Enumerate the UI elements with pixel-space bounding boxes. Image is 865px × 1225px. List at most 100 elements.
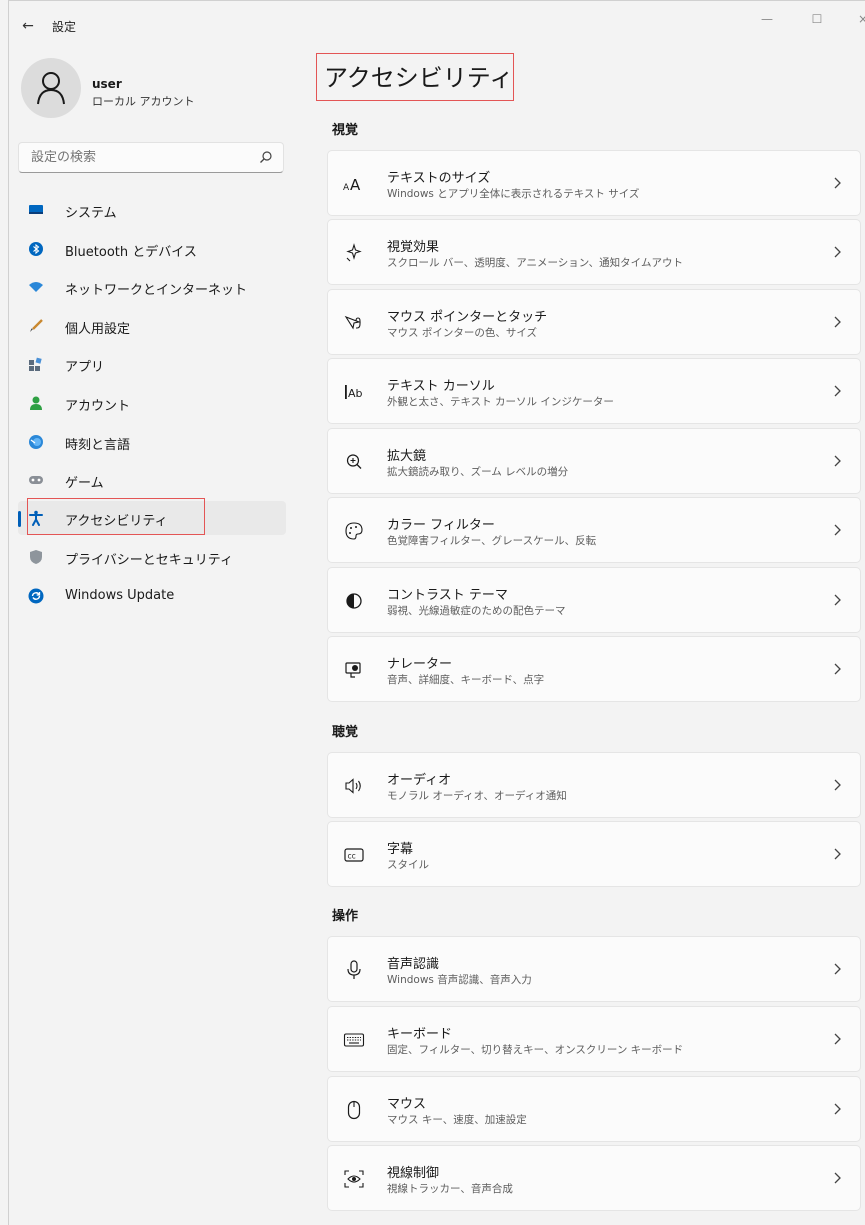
sidebar-item-privacy[interactable]: プライバシーとセキュリティ — [18, 540, 286, 574]
sidebar-item-label: アクセシビリティ — [65, 514, 168, 529]
card-title: 視線制御 — [387, 1166, 440, 1181]
card-title: テキストのサイズ — [387, 171, 491, 186]
person-icon — [37, 72, 65, 105]
setting-card-contrast-themes[interactable]: コントラスト テーマ 弱視、光線過敏症のための配色テーマ — [327, 567, 861, 633]
chevron-right-icon — [834, 177, 841, 189]
card-title: マウス ポインターとタッチ — [387, 310, 548, 325]
card-title: オーディオ — [387, 773, 452, 788]
page-title: アクセシビリティ — [324, 64, 514, 92]
minimize-button[interactable]: — — [752, 8, 782, 30]
eye-control-icon — [344, 1170, 364, 1188]
chevron-right-icon — [834, 1103, 841, 1115]
windows-update-icon — [28, 588, 44, 604]
setting-card-speech[interactable]: 音声認識 Windows 音声認識、音声入力 — [327, 936, 861, 1002]
card-subtitle: マウス キー、速度、加速設定 — [387, 1114, 527, 1126]
narrator-icon — [345, 662, 361, 678]
setting-card-mouse-pointer[interactable]: マウス ポインターとタッチ マウス ポインターの色、サイズ — [327, 289, 861, 355]
setting-card-magnifier[interactable]: 拡大鏡 拡大鏡読み取り、ズーム レベルの増分 — [327, 428, 861, 494]
card-subtitle: マウス ポインターの色、サイズ — [387, 327, 538, 339]
title-bar: ← 設定 — ☐ × — [0, 0, 865, 44]
card-subtitle: スタイル — [387, 859, 429, 871]
card-title: テキスト カーソル — [387, 379, 495, 394]
search-icon[interactable] — [259, 150, 273, 164]
sidebar-item-personalization[interactable]: 個人用設定 — [18, 309, 286, 343]
setting-card-eye-control[interactable]: 視線制御 視線トラッカー、音声合成 — [327, 1145, 861, 1211]
sidebar-item-network[interactable]: ネットワークとインターネット — [18, 270, 286, 304]
card-subtitle: 視線トラッカー、音声合成 — [387, 1183, 513, 1195]
search-box[interactable] — [18, 142, 284, 173]
card-title: キーボード — [387, 1027, 453, 1042]
chevron-right-icon — [834, 524, 841, 536]
svg-text:A: A — [343, 183, 350, 193]
search-input[interactable] — [31, 150, 251, 165]
card-subtitle: モノラル オーディオ、オーディオ通知 — [387, 790, 567, 802]
card-title: 視覚効果 — [387, 240, 440, 255]
sidebar-item-label: ゲーム — [65, 476, 104, 491]
card-subtitle: 色覚障害フィルター、グレースケール、反転 — [387, 535, 597, 547]
card-subtitle: 音声、詳細度、キーボード、点字 — [387, 674, 545, 686]
keyboard-icon — [343, 1033, 365, 1047]
card-subtitle: 外観と太さ、テキスト カーソル インジケーター — [387, 396, 614, 408]
chevron-right-icon — [834, 848, 841, 860]
section-heading-vision: 視覚 — [332, 123, 359, 138]
sidebar-item-label: ネットワークとインターネット — [65, 283, 248, 298]
setting-card-mouse[interactable]: マウス マウス キー、速度、加速設定 — [327, 1076, 861, 1142]
back-button[interactable]: ← — [18, 16, 38, 36]
sidebar-item-label: システム — [65, 206, 117, 221]
sidebar-item-bluetooth[interactable]: Bluetooth とデバイス — [18, 232, 286, 266]
card-title: ナレーター — [387, 657, 453, 672]
accessibility-icon — [29, 510, 43, 526]
card-subtitle: スクロール バー、透明度、アニメーション、通知タイムアウト — [387, 257, 683, 269]
chevron-right-icon — [834, 1172, 841, 1184]
chevron-right-icon — [834, 779, 841, 791]
setting-card-audio[interactable]: オーディオ モノラル オーディオ、オーディオ通知 — [327, 752, 861, 818]
account-type: ローカル アカウント — [92, 95, 195, 108]
chevron-right-icon — [834, 594, 841, 606]
audio-icon — [345, 778, 361, 794]
chevron-right-icon — [834, 246, 841, 258]
chevron-right-icon — [834, 1033, 841, 1045]
card-subtitle: 弱視、光線過敏症のための配色テーマ — [387, 605, 566, 617]
chevron-right-icon — [834, 316, 841, 328]
setting-card-color-filter[interactable]: カラー フィルター 色覚障害フィルター、グレースケール、反転 — [327, 497, 861, 563]
sidebar-item-label: Windows Update — [65, 588, 175, 603]
system-icon — [29, 205, 43, 214]
sidebar-item-label: 個人用設定 — [65, 322, 131, 337]
bluetooth-icon — [29, 242, 43, 256]
sidebar-item-accounts[interactable]: アカウント — [18, 386, 286, 420]
microphone-icon — [347, 960, 361, 979]
sidebar-item-apps[interactable]: アプリ — [18, 347, 286, 381]
setting-card-narrator[interactable]: ナレーター 音声、詳細度、キーボード、点字 — [327, 636, 861, 702]
active-indicator — [18, 511, 21, 527]
setting-card-text-size[interactable]: AA テキストのサイズ Windows とアプリ全体に表示されるテキスト サイズ — [327, 150, 861, 216]
mouse-icon — [347, 1100, 361, 1120]
maximize-button[interactable]: ☐ — [802, 8, 832, 30]
mouse-pointer-icon — [344, 315, 361, 330]
close-button[interactable]: × — [848, 8, 865, 30]
sidebar-item-gaming[interactable]: ゲーム — [18, 463, 286, 497]
sidebar-item-label: Bluetooth とデバイス — [65, 245, 197, 260]
sidebar-item-time-language[interactable]: 時刻と言語 — [18, 425, 286, 459]
privacy-icon — [30, 550, 42, 564]
sidebar-item-system[interactable]: システム — [18, 193, 286, 227]
card-title: カラー フィルター — [387, 518, 495, 533]
card-title: コントラスト テーマ — [387, 588, 508, 603]
contrast-icon — [346, 593, 362, 609]
section-heading-hearing: 聴覚 — [332, 725, 359, 740]
accounts-icon — [30, 396, 42, 410]
card-title: 音声認識 — [387, 957, 440, 972]
setting-card-captions[interactable]: cc 字幕 スタイル — [327, 821, 861, 887]
sidebar-item-windows-update[interactable]: Windows Update — [18, 579, 286, 613]
setting-card-keyboard[interactable]: キーボード 固定、フィルター、切り替えキー、オンスクリーン キーボード — [327, 1006, 861, 1072]
avatar[interactable] — [21, 58, 81, 118]
card-subtitle: 固定、フィルター、切り替えキー、オンスクリーン キーボード — [387, 1044, 684, 1056]
time-language-icon — [29, 435, 43, 449]
svg-text:Ab: Ab — [348, 387, 363, 400]
app-title: 設定 — [52, 20, 77, 34]
setting-card-text-cursor[interactable]: Ab テキスト カーソル 外観と太さ、テキスト カーソル インジケーター — [327, 358, 861, 424]
color-filter-icon — [345, 522, 363, 540]
setting-card-visual-effects[interactable]: 視覚効果 スクロール バー、透明度、アニメーション、通知タイムアウト — [327, 219, 861, 285]
gaming-icon — [29, 476, 43, 484]
sidebar-item-accessibility[interactable]: アクセシビリティ — [18, 501, 286, 535]
chevron-right-icon — [834, 663, 841, 675]
